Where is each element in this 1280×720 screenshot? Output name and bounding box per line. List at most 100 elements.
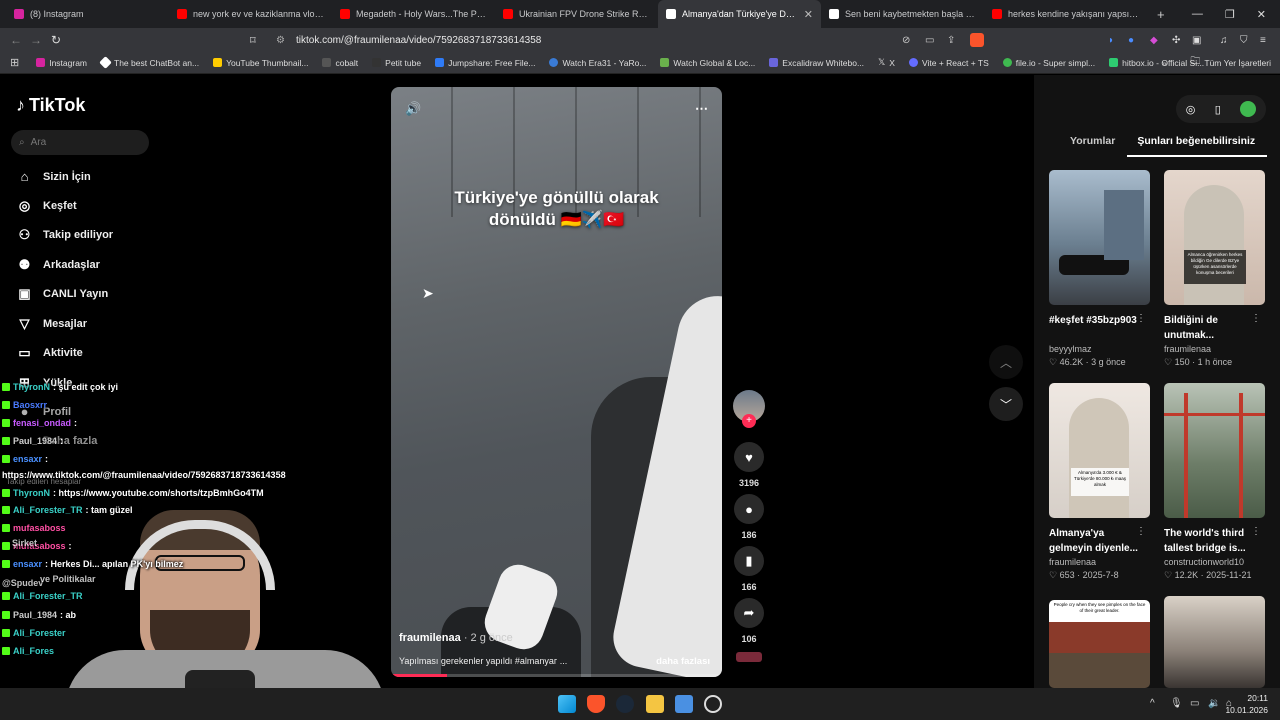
tiktok-logo[interactable]: ♪ TikTok bbox=[16, 95, 85, 116]
more-options-icon[interactable]: ⋮ bbox=[1251, 526, 1261, 537]
more-options-icon[interactable]: ⋮ bbox=[1251, 313, 1261, 324]
more-options-icon[interactable]: ⋮ bbox=[1136, 313, 1146, 324]
video-author-name[interactable]: fraumilenaa bbox=[399, 632, 461, 644]
video-thumbnail[interactable]: Almanca öğrenirken herkes bildiğin Ge di… bbox=[1164, 170, 1265, 305]
obs-icon[interactable] bbox=[704, 695, 722, 713]
system-clock[interactable]: 20:11 10.01.2026 bbox=[1225, 692, 1268, 716]
bookmark-item[interactable]: Vite + React + TS bbox=[902, 58, 996, 68]
tab-comments[interactable]: Yorumlar bbox=[1034, 131, 1127, 157]
apps-icon[interactable]: ⊞ bbox=[0, 56, 29, 69]
bookmark-icon[interactable]: ⌑ bbox=[250, 34, 256, 47]
card-author[interactable]: fraumilenaa bbox=[1049, 557, 1150, 567]
sidebar-item-for-you[interactable]: ⌂ Sizin İçin bbox=[16, 169, 91, 184]
volume-icon[interactable]: 🔊 bbox=[405, 101, 421, 117]
video-thumbnail[interactable] bbox=[1164, 596, 1265, 688]
browser-tab[interactable]: Ukrainian FPV Drone Strike Russian S bbox=[495, 0, 658, 28]
extension-icon[interactable]: ◗ bbox=[1108, 35, 1114, 46]
recommended-video-card[interactable] bbox=[1164, 596, 1265, 688]
search-input[interactable]: ⌕ Ara bbox=[11, 130, 149, 155]
store-icon[interactable] bbox=[675, 695, 693, 713]
recommended-video-card[interactable]: People cry when they see pimples on the … bbox=[1049, 600, 1150, 688]
browser-tab[interactable]: Megadeth - Holy Wars...The Punishm bbox=[332, 0, 495, 28]
all-bookmarks[interactable]: 🗀 Tüm Yer İşaretleri bbox=[1183, 54, 1278, 71]
recommended-video-card[interactable]: Almanya'da 3.000 € & Türkiye'de 80.000 ₺… bbox=[1049, 383, 1150, 581]
back-icon[interactable]: ← bbox=[6, 33, 26, 47]
file-explorer-icon[interactable] bbox=[646, 695, 664, 713]
cast-icon[interactable]: ⊘ bbox=[902, 35, 910, 46]
share-icon[interactable]: ⇪ bbox=[947, 35, 955, 46]
follow-plus-icon[interactable]: + bbox=[742, 414, 756, 428]
sidebar-item-messages[interactable]: ▽ Mesajlar bbox=[16, 316, 88, 332]
browser-tab-active[interactable]: Almanya'dan Türkiye'ye Dönüş S ✕ bbox=[658, 0, 821, 28]
tab-you-may-like[interactable]: Şunları beğenebilirsiniz bbox=[1127, 131, 1268, 157]
extension-icon[interactable]: ◆ bbox=[1150, 35, 1158, 46]
video-progress-bar[interactable] bbox=[391, 674, 722, 677]
video-thumbnail[interactable] bbox=[1164, 383, 1265, 518]
sidebar-item-friends[interactable]: ⚉ Arkadaşlar bbox=[16, 257, 100, 273]
chevron-up-icon[interactable]: ^ bbox=[1150, 698, 1155, 709]
microphone-icon[interactable]: 🎙 bbox=[1170, 698, 1183, 709]
sidebar-item-live[interactable]: ▣ CANLI Yayın bbox=[16, 286, 108, 302]
new-tab-icon[interactable]: + bbox=[1147, 7, 1165, 22]
bookmark-item[interactable]: The best ChatBot an... bbox=[94, 56, 206, 69]
browser-tab[interactable]: new york ev ve kaziklanma vlogu - Y bbox=[169, 0, 332, 28]
creator-avatar[interactable]: + bbox=[733, 390, 765, 428]
video-author[interactable]: fraumilenaa · 2 g önce bbox=[399, 632, 513, 644]
bookmark-item[interactable]: Instagram bbox=[29, 58, 94, 68]
recommended-video-card[interactable]: ⋮ #keşfet #35bzp903 beyyylmaz ♡ 46.2K · … bbox=[1049, 170, 1150, 368]
site-info-icon[interactable]: ⚙ bbox=[276, 35, 285, 46]
windows-start-icon[interactable] bbox=[558, 695, 576, 713]
extension-icon[interactable]: ● bbox=[1128, 35, 1134, 46]
bookmark-item[interactable]: Jumpshare: Free File... bbox=[428, 58, 542, 68]
volume-icon[interactable]: 🔉 bbox=[1208, 698, 1220, 709]
menu-icon[interactable]: ≡ bbox=[1260, 35, 1266, 46]
next-video-button[interactable]: ﹀ bbox=[989, 387, 1023, 421]
bookmark-item[interactable]: Watch Global & Loc... bbox=[653, 58, 762, 68]
more-options-icon[interactable]: ⋯ bbox=[695, 101, 708, 117]
url-field[interactable]: ⚙ tiktok.com/@fraumilenaa/video/75926837… bbox=[266, 30, 988, 50]
steam-icon[interactable] bbox=[616, 695, 634, 713]
maximize-icon[interactable]: ❐ bbox=[1225, 8, 1235, 21]
bookmark-item[interactable]: cobalt bbox=[315, 58, 365, 68]
sidebar-item-activity[interactable]: ▭ Aktivite bbox=[16, 345, 82, 361]
forward-icon[interactable]: → bbox=[26, 33, 46, 47]
browser-tab[interactable]: Sen beni kaybetmekten başla #taksi bbox=[821, 0, 984, 28]
card-author[interactable]: beyyylmaz bbox=[1049, 344, 1150, 354]
card-author[interactable]: fraumilenaa bbox=[1164, 344, 1265, 354]
brave-shield-icon[interactable] bbox=[970, 33, 984, 47]
puzzle-icon[interactable]: ✣ bbox=[1172, 35, 1180, 46]
phone-icon[interactable]: ▯ bbox=[1215, 103, 1221, 116]
video-player[interactable]: 🔊 ⋯ Türkiye'ye gönüllü olarak dönüldü 🇩🇪… bbox=[391, 87, 722, 677]
music-icon[interactable]: ♫ bbox=[1220, 35, 1228, 46]
save-button[interactable]: ▮ 166 bbox=[733, 546, 765, 592]
compass-icon[interactable]: ◎ bbox=[1186, 103, 1196, 116]
video-thumbnail[interactable]: Almanya'da 3.000 € & Türkiye'de 80.000 ₺… bbox=[1049, 383, 1150, 518]
recommended-video-card[interactable]: Almanca öğrenirken herkes bildiğin Ge di… bbox=[1164, 170, 1265, 368]
sidebar-icon[interactable]: ▣ bbox=[1192, 35, 1201, 46]
card-author[interactable]: constructionworld10 bbox=[1164, 557, 1265, 567]
bookmark-item[interactable]: Excalidraw Whitebo... bbox=[762, 58, 871, 68]
video-thumbnail[interactable]: People cry when they see pimples on the … bbox=[1049, 600, 1150, 688]
more-options-icon[interactable]: ⋮ bbox=[1136, 526, 1146, 537]
more-link[interactable]: daha fazlası bbox=[656, 656, 710, 667]
browser-tab[interactable]: (8) Instagram bbox=[6, 0, 169, 28]
reload-icon[interactable]: ↻ bbox=[46, 33, 66, 47]
close-icon[interactable]: ✕ bbox=[804, 8, 813, 21]
browser-tab[interactable]: herkes kendine yakışanı yapsın truck bbox=[984, 0, 1147, 28]
previous-video-button[interactable]: ︿ bbox=[989, 345, 1023, 379]
user-avatar[interactable] bbox=[1240, 101, 1257, 117]
bookmark-item[interactable]: 𝕏X bbox=[871, 57, 902, 68]
screen-icon[interactable]: ▭ bbox=[925, 35, 934, 46]
bookmark-item[interactable]: Watch Era31 - YaRo... bbox=[542, 58, 653, 68]
brave-browser-icon[interactable] bbox=[587, 695, 605, 713]
bookmark-item[interactable]: Petit tube bbox=[365, 58, 428, 68]
sidebar-item-following[interactable]: ⚇ Takip ediliyor bbox=[16, 227, 113, 243]
like-button[interactable]: ♥ 3196 bbox=[733, 442, 765, 488]
bookmark-item[interactable]: YouTube Thumbnail... bbox=[206, 58, 315, 68]
video-thumbnail[interactable] bbox=[1049, 170, 1150, 305]
share-button[interactable]: ➦ 106 bbox=[733, 598, 765, 644]
display-icon[interactable]: ▭ bbox=[1190, 698, 1199, 709]
close-window-icon[interactable]: ✕ bbox=[1257, 8, 1266, 21]
minimize-icon[interactable]: — bbox=[1192, 8, 1203, 20]
wallet-icon[interactable]: ⛉ bbox=[1240, 35, 1248, 46]
